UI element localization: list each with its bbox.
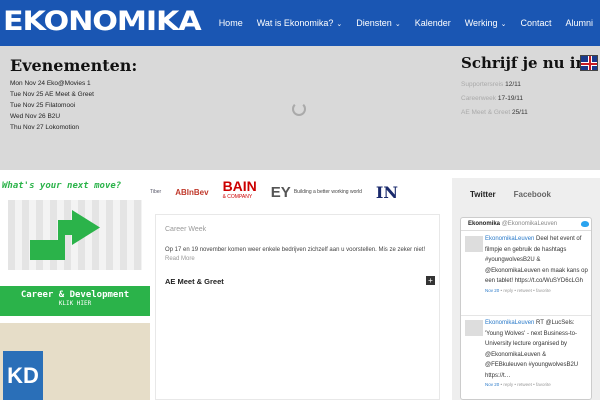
site-logo[interactable]: EKONOMIKA: [3, 8, 227, 35]
sponsor-logo-tiber[interactable]: Tiber: [150, 189, 161, 195]
tweet-text: EkonomikaLeuven RT @LucSels: 'Young Wolv…: [485, 318, 589, 389]
tweet-text: EkonomikaLeuven Deel het event of filmpj…: [485, 236, 588, 293]
widget-name[interactable]: Ekonomika: [468, 221, 500, 227]
tweet-meta: Nov 20 • reply • retweet • favorite: [485, 382, 551, 387]
twitter-widget: Ekonomika @EkonomikaLeuven EkonomikaLeuv…: [460, 217, 592, 400]
expand-plus-icon[interactable]: +: [426, 276, 435, 285]
top-navigation-bar: EKONOMIKA Home Wat is Ekonomika? ⌄ Dienst…: [0, 0, 600, 46]
event-item[interactable]: Tue Nov 25 AE Meet & Greet: [10, 89, 94, 100]
news-title-ae-meet-greet[interactable]: AE Meet & Greet: [165, 277, 224, 286]
subscribe-item[interactable]: AE Meet & Greet 25/11: [461, 106, 528, 120]
tweet-author-link[interactable]: EkonomikaLeuven: [485, 320, 534, 326]
events-title: Evenementen:: [10, 56, 138, 75]
kd-logo: KD: [3, 351, 43, 400]
chevron-down-icon: ⌄: [336, 21, 343, 28]
subscribe-item[interactable]: Supportersreis 12/11: [461, 78, 528, 92]
banner-footer[interactable]: Career & Development KLIK HIER: [0, 286, 150, 316]
sponsor-logo-bain[interactable]: BAIN & COMPANY: [223, 179, 257, 203]
subscribe-item[interactable]: Careerweek 17-19/11: [461, 92, 528, 106]
tweet: EkonomikaLeuven Deel het event of filmpj…: [461, 232, 591, 316]
chevron-down-icon: ⌄: [394, 21, 401, 28]
event-item[interactable]: Mon Nov 24 Eko@Movies 1: [10, 78, 94, 89]
tweet: EkonomikaLeuven RT @LucSels: 'Young Wolv…: [461, 316, 591, 399]
news-box: [155, 214, 440, 400]
banner-footer-sub: KLIK HIER: [58, 300, 92, 307]
sponsor-logos: Tiber ABInBev BAIN & COMPANY EY Building a…: [150, 178, 440, 206]
chevron-down-icon: ⌄: [500, 21, 507, 28]
event-item[interactable]: Tue Nov 25 Filatomooi: [10, 100, 94, 111]
tweet-author-link[interactable]: EkonomikaLeuven: [485, 236, 534, 242]
banner-headline: What's your next move?: [2, 181, 122, 191]
tweet-meta: Nov 20 • reply • retweet • favorite: [485, 287, 551, 293]
tab-facebook[interactable]: Facebook: [496, 190, 551, 199]
uk-flag-icon[interactable]: [580, 55, 598, 71]
avatar: [465, 320, 483, 336]
nav-item-home[interactable]: Home: [212, 0, 250, 46]
career-development-banner[interactable]: What's your next move? Career & Developm…: [0, 178, 150, 316]
events-list: Mon Nov 24 Eko@Movies 1 Tue Nov 25 AE Me…: [10, 78, 94, 133]
subscribe-list: Supportersreis 12/11 Careerweek 17-19/11…: [461, 78, 528, 120]
read-more-link[interactable]: Read More: [165, 256, 195, 262]
photo-image: KD: [0, 323, 150, 400]
sponsor-logo-abinbev[interactable]: ABInBev: [175, 188, 208, 197]
subscribe-title: Schrijf je nu in!: [461, 54, 593, 72]
nav-item-kalender[interactable]: Kalender: [408, 0, 458, 46]
widget-handle[interactable]: @EkonomikaLeuven: [502, 221, 557, 227]
social-tabs: Twitter Facebook: [452, 190, 600, 199]
loading-spinner-icon: [292, 102, 306, 116]
twitter-bird-icon: [581, 221, 589, 227]
nav-item-wat-is-ekonomika[interactable]: Wat is Ekonomika? ⌄: [249, 0, 350, 46]
avatar: [465, 236, 483, 252]
tab-twitter[interactable]: Twitter: [452, 190, 496, 199]
news-title-career-week[interactable]: Career Week: [165, 226, 206, 233]
nav-item-diensten[interactable]: Diensten ⌄: [349, 0, 407, 46]
nav-item-contact[interactable]: Contact: [513, 0, 558, 46]
news-text: Op 17 en 19 november komen weer enkele b…: [165, 247, 426, 262]
sponsor-logo-in[interactable]: IN: [376, 183, 398, 202]
banner-footer-title: Career & Development: [20, 290, 130, 300]
event-item[interactable]: Wed Nov 26 B2U: [10, 111, 94, 122]
event-item[interactable]: Thu Nov 27 Lokomotion: [10, 122, 94, 133]
twitter-widget-header: Ekonomika @EkonomikaLeuven: [461, 218, 591, 231]
sponsor-logo-ey[interactable]: EY Building a better working world: [271, 184, 362, 201]
nav-item-werking[interactable]: Werking ⌄: [458, 0, 514, 46]
main-nav: Home Wat is Ekonomika? ⌄ Diensten ⌄ Kalend…: [212, 0, 600, 46]
nav-item-alumni[interactable]: Alumni: [558, 0, 600, 46]
